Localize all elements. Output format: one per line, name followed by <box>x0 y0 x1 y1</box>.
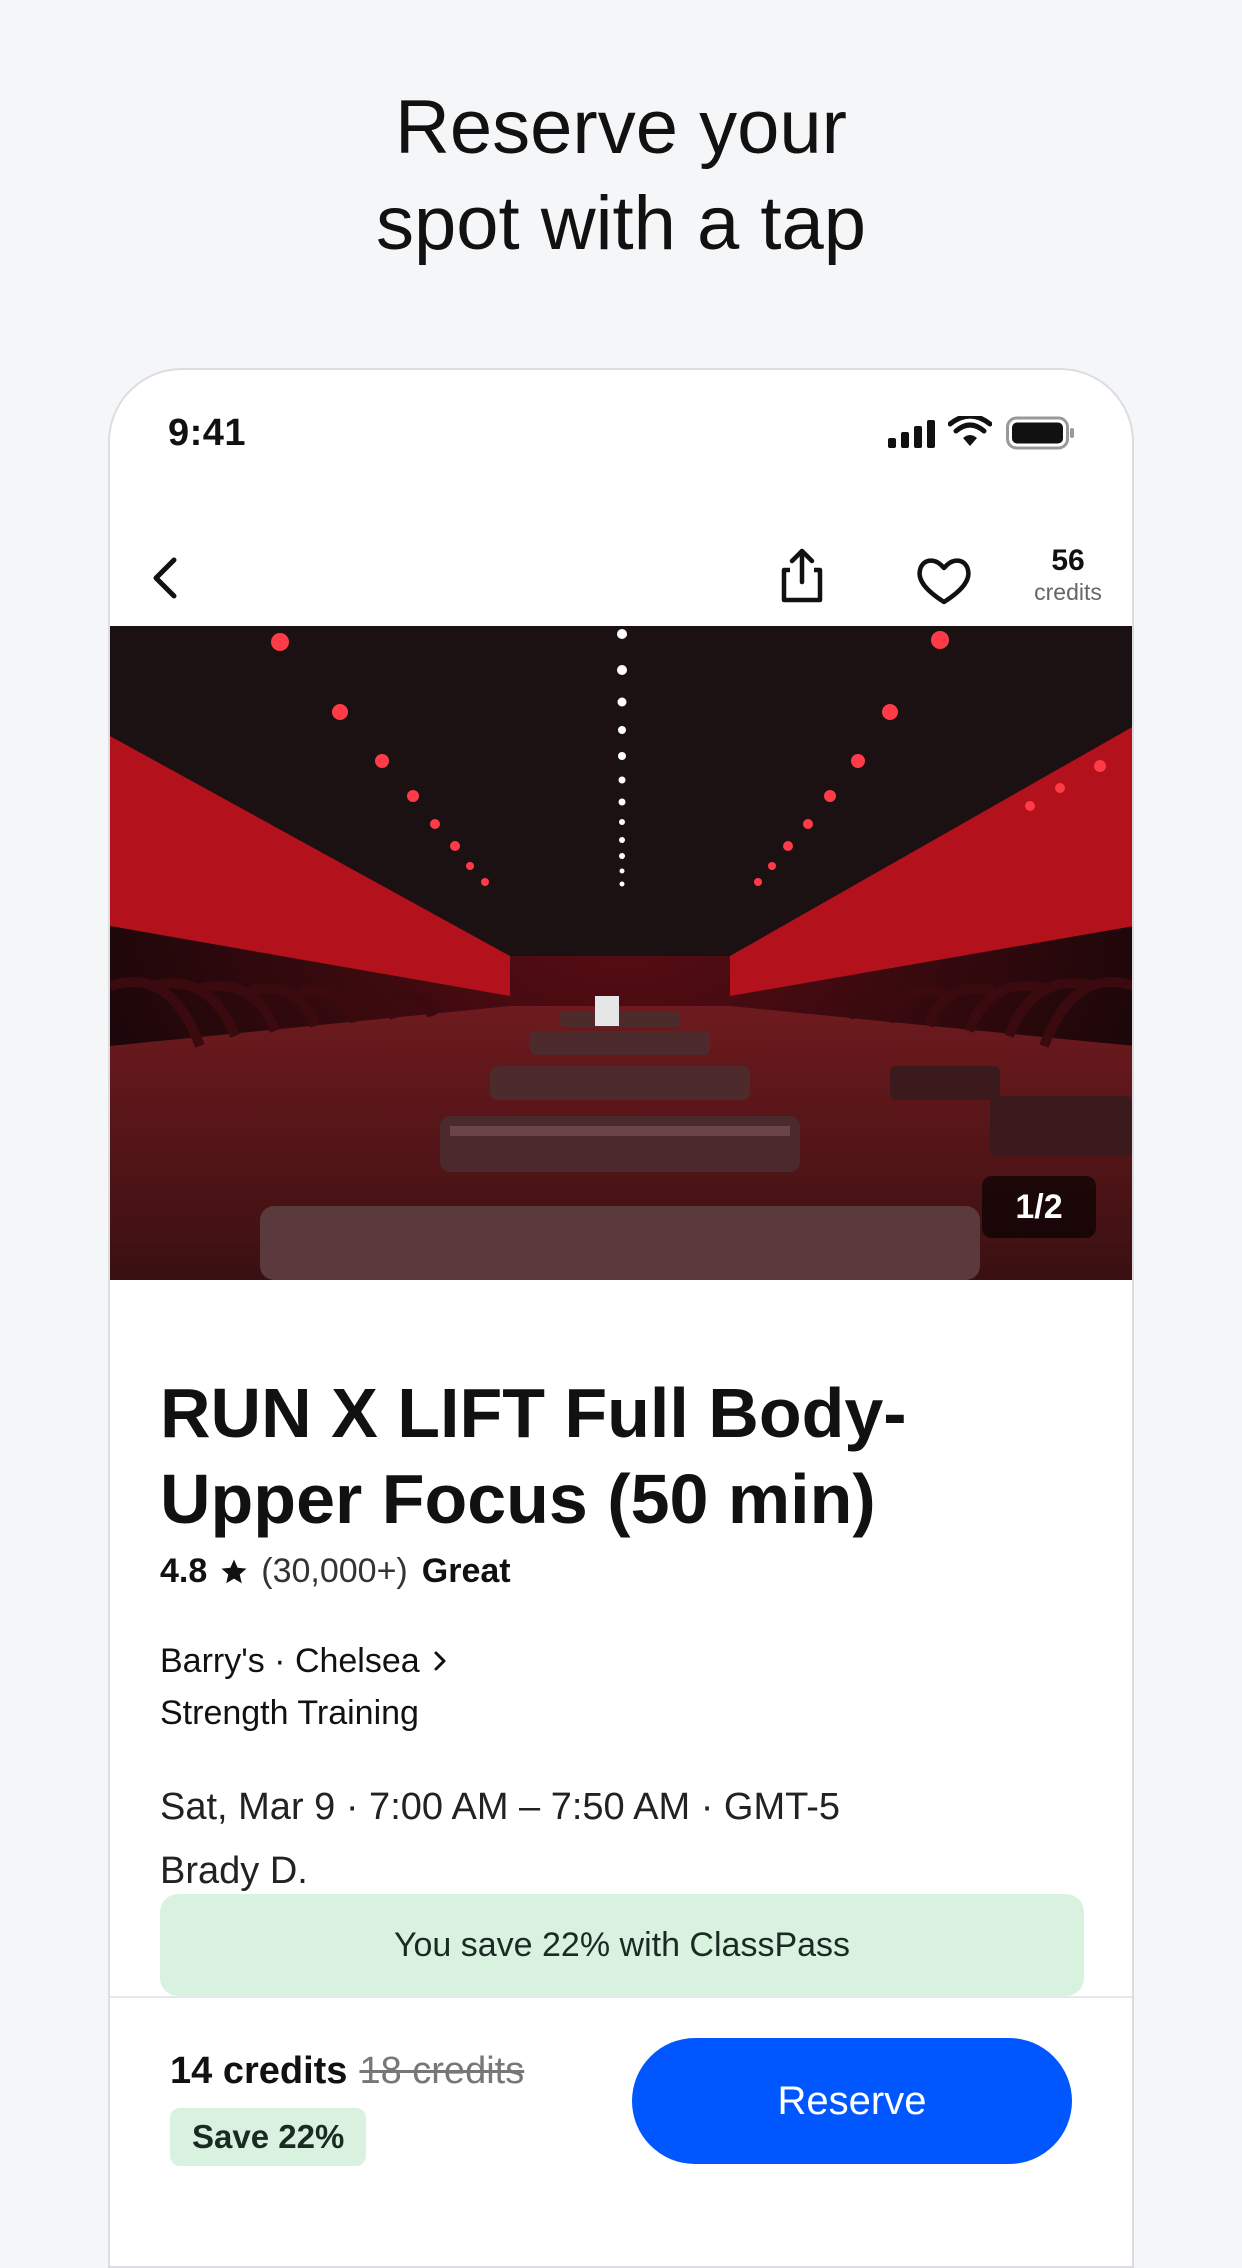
wifi-icon <box>948 416 992 446</box>
rating-row[interactable]: 4.8 (30,000+) Great <box>160 1552 1090 1591</box>
star-icon <box>221 1559 247 1583</box>
favorite-heart-icon[interactable] <box>912 550 976 608</box>
credit-balance-count: 56 <box>1051 544 1085 577</box>
rating-quality: Great <box>421 1552 511 1590</box>
class-category: Strength Training <box>160 1694 419 1732</box>
back-chevron-icon[interactable] <box>140 550 190 606</box>
photo-pager: 1/2 <box>982 1176 1096 1238</box>
booking-bar: 14 credits 18 credits Save 22% Reserve <box>110 1996 1132 2266</box>
price-current: 14 credits <box>170 2050 348 2092</box>
rating-value: 4.8 <box>160 1552 208 1590</box>
chevron-right-icon <box>434 1651 446 1671</box>
price-original: 18 credits <box>359 2050 525 2092</box>
phone-frame: 9:41 56 credits 1/2 RUN X LIFT Full Body… <box>108 368 1134 2268</box>
credit-balance-label: credits <box>1034 579 1102 605</box>
top-navigation: 56 credits <box>110 520 1132 630</box>
class-photo-carousel[interactable]: 1/2 <box>110 626 1132 1280</box>
reserve-button[interactable]: Reserve <box>632 2038 1072 2164</box>
price-row: 14 credits 18 credits <box>170 2050 524 2093</box>
class-title-line-2: Upper Focus (50 min) <box>160 1460 876 1538</box>
class-details: RUN X LIFT Full Body- Upper Focus (50 mi… <box>160 1370 1090 1903</box>
schedule-info: Sat, Mar 9 · 7:00 AM – 7:50 AM · GMT-5 B… <box>160 1775 1090 1903</box>
venue-info: Barry's · Chelsea Strength Training <box>160 1635 1090 1739</box>
venue-link[interactable]: Barry's · Chelsea <box>160 1635 448 1687</box>
review-count: (30,000+) <box>261 1552 408 1590</box>
headline: Reserve your spot with a tap <box>0 80 1242 272</box>
battery-icon <box>1006 416 1074 450</box>
savings-banner: You save 22% with ClassPass <box>160 1894 1084 1996</box>
class-schedule: Sat, Mar 9 · 7:00 AM – 7:50 AM · GMT-5 <box>160 1786 841 1828</box>
cellular-signal-icon <box>888 420 935 448</box>
class-title-line-1: RUN X LIFT Full Body- <box>160 1374 907 1452</box>
studio-photo <box>110 626 1132 1280</box>
status-time: 9:41 <box>168 412 247 454</box>
share-icon[interactable] <box>770 544 834 608</box>
venue-name: Barry's · Chelsea <box>160 1642 420 1680</box>
credit-balance[interactable]: 56 credits <box>1008 544 1128 606</box>
headline-line-1: Reserve your <box>395 85 847 170</box>
class-title: RUN X LIFT Full Body- Upper Focus (50 mi… <box>160 1370 1090 1542</box>
save-badge: Save 22% <box>170 2108 367 2166</box>
headline-line-2: spot with a tap <box>375 181 867 266</box>
status-bar: 9:41 <box>110 370 1132 490</box>
